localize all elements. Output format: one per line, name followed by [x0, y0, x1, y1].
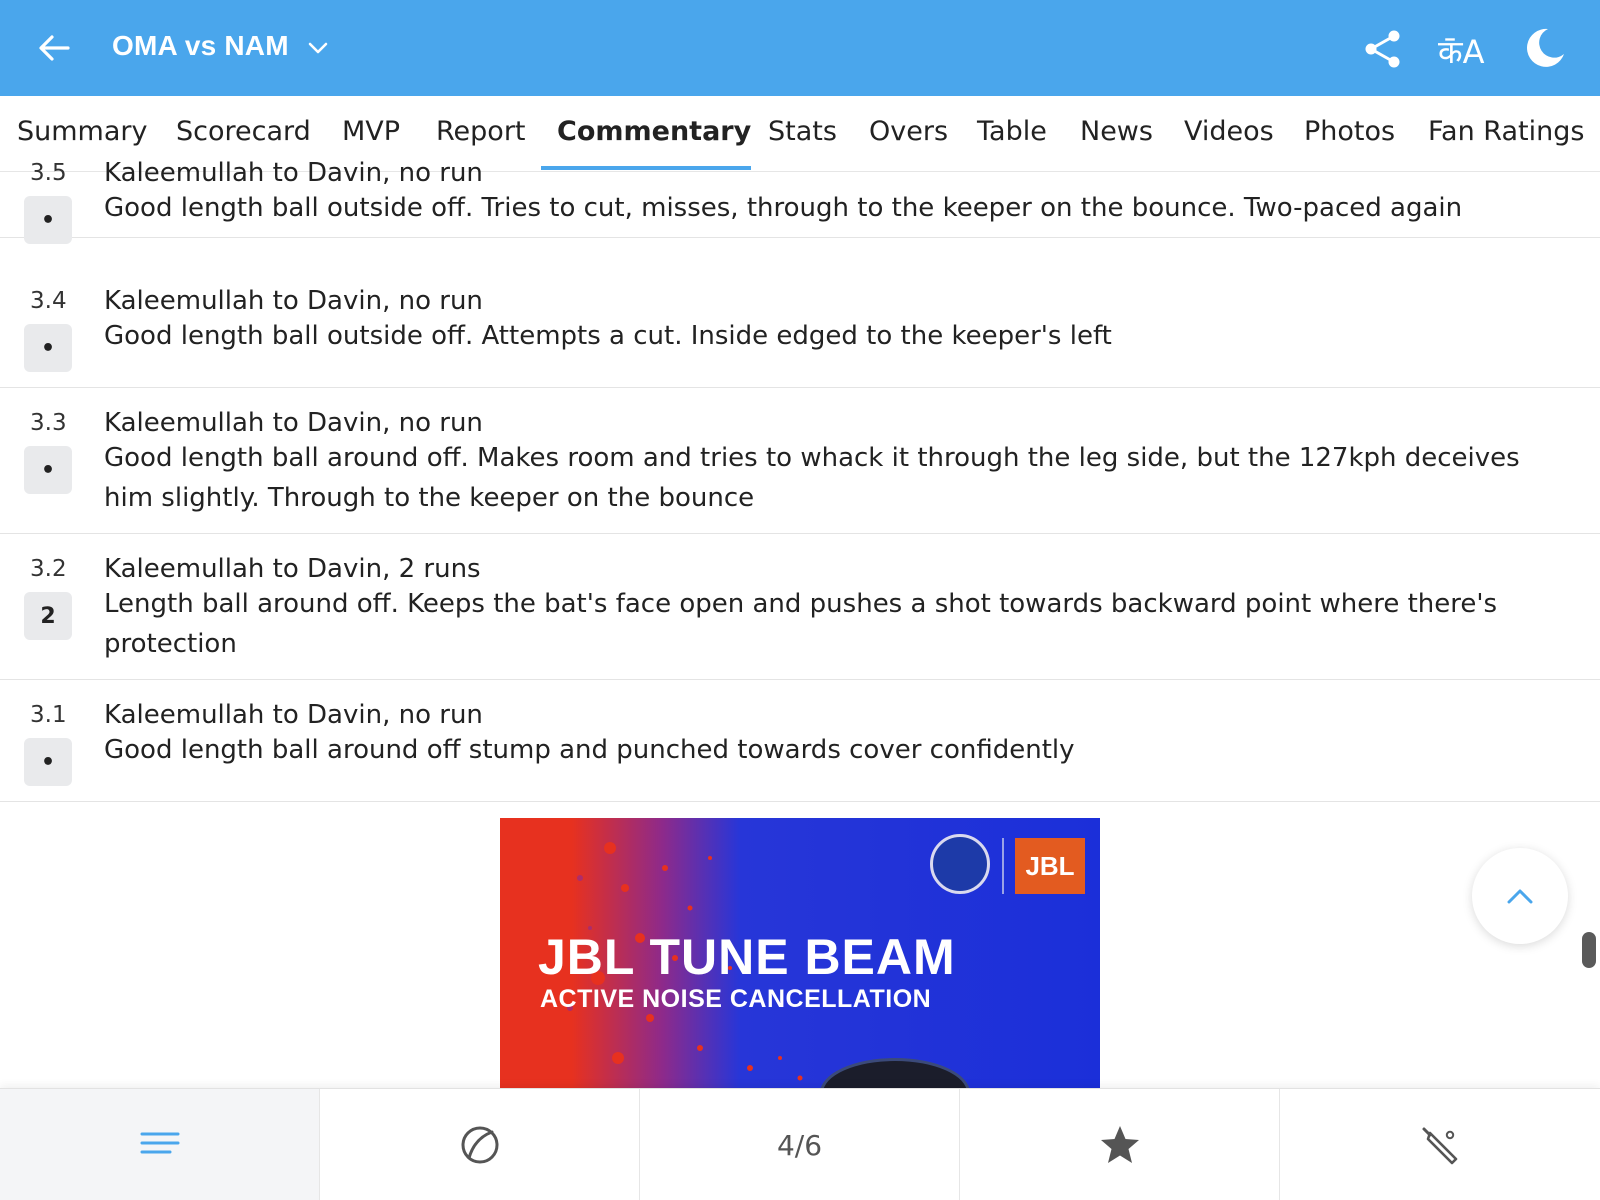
commentary-item: 3.3 • Kaleemullah to Davin, no run Good …: [0, 388, 1600, 534]
commentary-headline: Kaleemullah to Davin, no run: [104, 700, 483, 730]
menu-lines-icon: [140, 1132, 179, 1154]
ball-icon: [461, 1126, 498, 1164]
scrollbar-thumb[interactable]: [1582, 932, 1596, 968]
back-arrow-icon[interactable]: [34, 28, 74, 68]
match-title[interactable]: OMA vs NAM: [112, 30, 289, 62]
commentary-item: 3.1 • Kaleemullah to Davin, no run Good …: [0, 680, 1600, 802]
scroll-to-top-button[interactable]: [1472, 848, 1568, 944]
chevron-down-icon[interactable]: [306, 36, 330, 60]
dark-mode-moon-icon[interactable]: [1522, 26, 1566, 70]
bottom-nav-favorites[interactable]: [960, 1089, 1280, 1200]
commentary-headline: Kaleemullah to Davin, 2 runs: [104, 554, 481, 584]
commentary-headline: Kaleemullah to Davin, no run: [104, 286, 483, 316]
team-logo-badge: [930, 834, 990, 894]
bottom-nav-batting[interactable]: [1280, 1089, 1600, 1200]
bottom-nav-commentary[interactable]: [0, 1089, 320, 1200]
ad-headline: JBL TUNE BEAM: [538, 929, 956, 985]
logo-divider: [1002, 838, 1004, 894]
commentary-text: Good length ball around off. Makes room …: [104, 443, 1520, 513]
over-number: 3.2: [30, 556, 67, 582]
commentary-headline: Kaleemullah to Davin, no run: [104, 158, 483, 188]
bottom-nav-page-indicator[interactable]: 4/6: [640, 1089, 960, 1200]
jbl-logo: JBL: [1015, 838, 1085, 894]
cricket-bat-icon: [1422, 1127, 1458, 1165]
commentary-text: Good length ball outside off. Tries to c…: [104, 193, 1463, 223]
commentary-text: Good length ball around off stump and pu…: [104, 735, 1075, 765]
commentary-item: 3.2 2 Kaleemullah to Davin, 2 runs Lengt…: [0, 534, 1600, 680]
ball-result-badge: •: [24, 324, 72, 372]
chevron-up-icon: [1507, 889, 1533, 904]
bottom-nav-ball[interactable]: [320, 1089, 640, 1200]
app-header: OMA vs NAM क̄A: [0, 0, 1600, 96]
page-indicator: 4/6: [776, 1128, 823, 1162]
over-number: 3.3: [30, 410, 67, 436]
ball-result-badge: •: [24, 738, 72, 786]
ball-result-badge: 2: [24, 592, 72, 640]
bottom-nav: 4/6: [0, 1088, 1600, 1200]
share-icon[interactable]: [1362, 28, 1404, 70]
language-icon[interactable]: क̄A: [1438, 30, 1484, 73]
commentary-item: 3.4 • Kaleemullah to Davin, no run Good …: [0, 266, 1600, 388]
commentary-text: Good length ball outside off. Attempts a…: [104, 321, 1112, 351]
over-number: 3.1: [30, 702, 67, 728]
ball-result-badge: •: [24, 446, 72, 494]
over-number: 3.5: [30, 160, 67, 186]
commentary-headline: Kaleemullah to Davin, no run: [104, 408, 483, 438]
commentary-item: 3.5 • Kaleemullah to Davin, no run Good …: [0, 120, 1600, 244]
advertisement-banner[interactable]: JBL JBL TUNE BEAM ACTIVE NOISE CANCELLAT…: [500, 818, 1100, 1088]
commentary-text: Length ball around off. Keeps the bat's …: [104, 589, 1498, 659]
ad-subline: ACTIVE NOISE CANCELLATION: [540, 985, 932, 1013]
ball-result-badge: •: [24, 196, 72, 244]
star-icon: [1100, 1126, 1139, 1163]
over-number: 3.4: [30, 288, 67, 314]
